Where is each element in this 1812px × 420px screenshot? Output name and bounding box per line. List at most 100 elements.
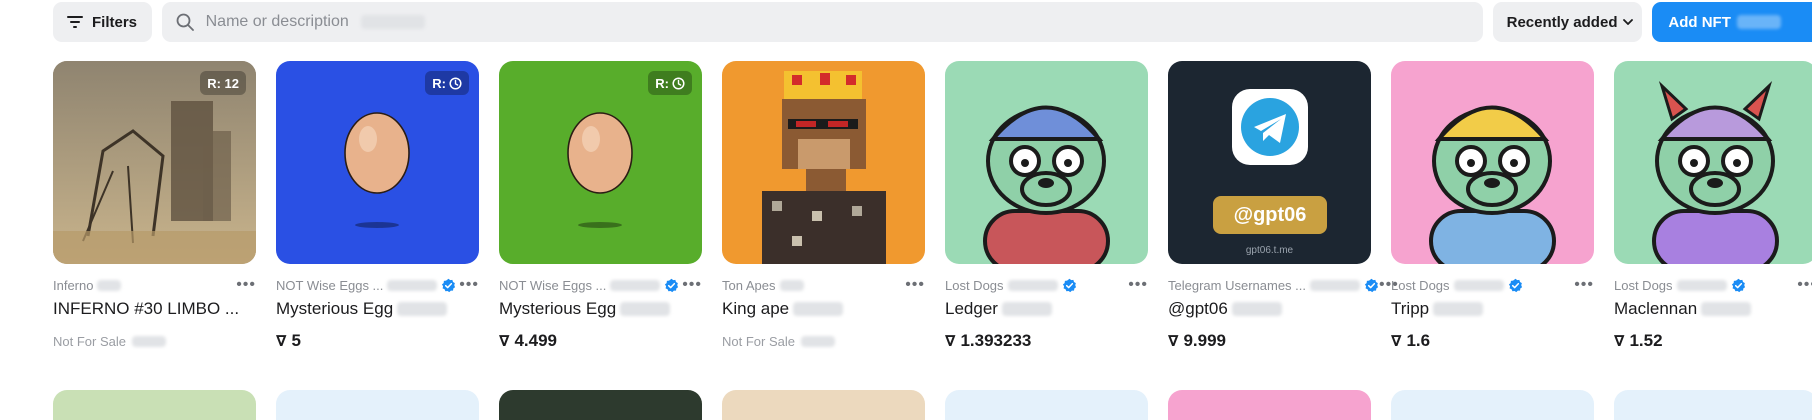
verified-icon bbox=[442, 278, 456, 292]
collection-name[interactable]: Telegram Usernames ... bbox=[1168, 278, 1379, 293]
more-options-icon[interactable]: ••• bbox=[1128, 277, 1148, 293]
nft-card[interactable]: R: NOT Wise Eggs ... ••• Mysterious Egg ∇ 4.4… bbox=[499, 61, 702, 352]
toolbar: Filters Name or description Recently add… bbox=[53, 2, 1812, 42]
nft-thumbnail[interactable]: R: 12 bbox=[53, 61, 256, 264]
nft-card[interactable]: Ton Apes ••• King ape Not For Sale bbox=[722, 61, 925, 352]
redacted-text bbox=[360, 15, 425, 29]
lost-dog-image bbox=[1429, 105, 1556, 264]
nft-thumbnail[interactable] bbox=[722, 61, 925, 264]
nft-price: ∇ 4.499 bbox=[499, 330, 702, 352]
nft-name-label: Mysterious Egg bbox=[499, 299, 617, 318]
card-meta: NOT Wise Eggs ... ••• bbox=[499, 277, 702, 293]
card-meta: Lost Dogs ••• bbox=[945, 277, 1148, 293]
collection-name[interactable]: NOT Wise Eggs ... bbox=[499, 278, 679, 293]
card-meta: Lost Dogs ••• bbox=[1614, 277, 1812, 293]
nft-card[interactable]: Lost Dogs ••• Ledger ∇ 1.393233 bbox=[945, 61, 1148, 352]
price-value: 9.999 bbox=[1183, 331, 1226, 350]
lost-dog-image bbox=[983, 105, 1110, 264]
collection-label: NOT Wise Eggs ... bbox=[276, 277, 384, 293]
rarity-badge: R: bbox=[425, 71, 469, 95]
nft-price: ∇ 1.393233 bbox=[945, 330, 1148, 352]
collection-name[interactable]: Lost Dogs bbox=[1391, 278, 1523, 293]
nft-card[interactable]: @gpt06 gpt06.t.me Telegram Usernames ... ••… bbox=[1168, 61, 1398, 352]
redacted-text bbox=[793, 302, 844, 316]
nft-thumbnail[interactable] bbox=[1614, 61, 1812, 264]
ton-icon: ∇ bbox=[1391, 333, 1402, 350]
collection-label: Inferno bbox=[53, 277, 94, 293]
more-options-icon[interactable]: ••• bbox=[682, 277, 702, 293]
nft-price: ∇ 1.6 bbox=[1391, 330, 1594, 352]
more-options-icon[interactable]: ••• bbox=[1574, 277, 1594, 293]
nft-card-partial[interactable] bbox=[722, 390, 925, 420]
search-input[interactable]: Name or description bbox=[161, 2, 1483, 42]
nft-card-partial[interactable] bbox=[1614, 390, 1812, 420]
redacted-text bbox=[397, 302, 448, 316]
rarity-badge: R: bbox=[648, 71, 692, 95]
redacted-text bbox=[1001, 302, 1052, 316]
more-options-icon[interactable]: ••• bbox=[459, 277, 479, 293]
more-options-icon[interactable]: ••• bbox=[1797, 277, 1812, 293]
redacted-text bbox=[1676, 279, 1727, 291]
nft-name: King ape bbox=[722, 298, 925, 320]
card-meta: Lost Dogs ••• bbox=[1391, 277, 1594, 293]
redacted-text bbox=[1310, 279, 1360, 291]
redacted-text bbox=[1701, 302, 1752, 316]
ton-icon: ∇ bbox=[276, 333, 287, 350]
redacted-text bbox=[1453, 279, 1504, 291]
rarity-badge: R: 12 bbox=[200, 71, 246, 95]
nft-card[interactable]: Lost Dogs ••• Maclennan ∇1.52 bbox=[1614, 61, 1812, 352]
more-options-icon[interactable]: ••• bbox=[905, 277, 925, 293]
nft-name-label: @gpt06 bbox=[1168, 299, 1228, 318]
collection-name[interactable]: Ton Apes bbox=[722, 278, 804, 293]
nft-card-partial[interactable] bbox=[1391, 390, 1594, 420]
nft-card-partial[interactable] bbox=[499, 390, 702, 420]
collection-name[interactable]: Lost Dogs bbox=[945, 278, 1077, 293]
nft-card[interactable]: R: NOT Wise Eggs ... ••• Mysterious Egg ∇ 5 bbox=[276, 61, 479, 352]
nft-thumbnail[interactable]: R: bbox=[499, 61, 702, 264]
nft-card[interactable]: Lost Dogs ••• Tripp ∇ 1.6 bbox=[1391, 61, 1594, 352]
nft-thumbnail[interactable] bbox=[945, 61, 1148, 264]
sort-dropdown[interactable]: Recently added bbox=[1492, 2, 1643, 42]
verified-icon bbox=[1508, 278, 1522, 292]
redacted-text bbox=[1736, 15, 1781, 29]
add-nft-label: Add NFT bbox=[1668, 13, 1731, 31]
rarity-badge-label: R: 12 bbox=[207, 75, 239, 91]
nft-card-partial[interactable] bbox=[53, 390, 256, 420]
nft-price: ∇ 1.52 bbox=[1614, 330, 1812, 352]
collection-label: NOT Wise Eggs ... bbox=[499, 277, 607, 293]
nft-thumbnail[interactable] bbox=[1391, 61, 1594, 264]
redacted-text bbox=[779, 279, 804, 291]
search-placeholder: Name or description bbox=[205, 13, 349, 30]
sort-label: Recently added bbox=[1506, 13, 1618, 31]
nft-thumbnail[interactable]: @gpt06 gpt06.t.me bbox=[1168, 61, 1371, 264]
nft-name: Tripp bbox=[1391, 298, 1594, 320]
nft-grid-row-2 bbox=[53, 390, 1812, 420]
card-meta: Ton Apes ••• bbox=[722, 277, 925, 293]
nft-name: Mysterious Egg bbox=[276, 298, 479, 320]
collection-label: Lost Dogs bbox=[1391, 277, 1450, 293]
add-nft-button[interactable]: Add NFT bbox=[1652, 2, 1812, 42]
filters-button[interactable]: Filters bbox=[53, 2, 152, 42]
more-options-icon[interactable]: ••• bbox=[236, 277, 256, 293]
sale-status-label: Not For Sale bbox=[53, 333, 126, 349]
nft-name: @gpt06 bbox=[1168, 298, 1371, 320]
price-value: 4.499 bbox=[514, 331, 557, 350]
nft-thumbnail[interactable]: R: bbox=[276, 61, 479, 264]
ton-icon: ∇ bbox=[945, 333, 956, 350]
clock-icon bbox=[672, 76, 685, 90]
nft-card-partial[interactable] bbox=[276, 390, 479, 420]
username-link: gpt06.t.me bbox=[1245, 245, 1294, 256]
chevron-down-icon bbox=[1623, 19, 1634, 25]
collection-name[interactable]: Lost Dogs bbox=[1614, 278, 1746, 293]
nft-card-partial[interactable] bbox=[945, 390, 1148, 420]
collection-name[interactable]: NOT Wise Eggs ... bbox=[276, 278, 456, 293]
nft-name-label: Ledger bbox=[945, 299, 998, 318]
card-meta: Telegram Usernames ... ••• bbox=[1168, 277, 1398, 293]
nft-price: ∇ 5 bbox=[276, 330, 479, 352]
username-tag: @gpt06 bbox=[1233, 203, 1307, 226]
nft-card-partial[interactable] bbox=[1168, 390, 1371, 420]
nft-card[interactable]: R: 12 Inferno ••• INFERNO #30 LIMBO ... Not … bbox=[53, 61, 256, 352]
nft-name: Maclennan bbox=[1614, 298, 1812, 320]
collection-name[interactable]: Inferno bbox=[53, 277, 122, 293]
price-value: 5 bbox=[291, 331, 301, 350]
